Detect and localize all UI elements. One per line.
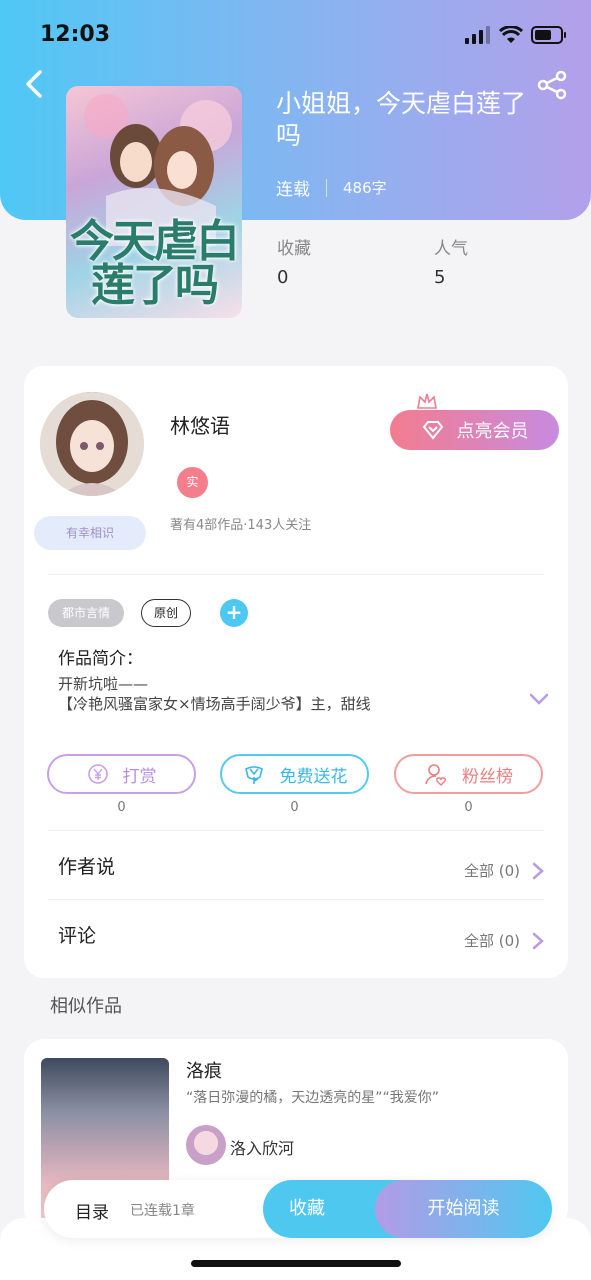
wifi-icon [499, 26, 523, 43]
intro-line: 开新坑啦—— [58, 675, 149, 693]
avatar-illustration [40, 392, 144, 496]
flower-count: 0 [290, 800, 299, 815]
add-tag-button[interactable]: + [220, 599, 248, 627]
serial-progress: 已连载1章 [130, 1203, 195, 1219]
bottom-action-bar: 目录 已连载1章 收藏 开始阅读 [44, 1180, 552, 1238]
divider [48, 899, 544, 900]
yen-icon [87, 764, 108, 784]
fan-ranking-label: 粉丝榜 [462, 766, 513, 787]
verified-badge: 实 [177, 467, 208, 498]
similar-author-name: 洛入欣河 [230, 1139, 295, 1158]
relation-badge: 有幸相识 [34, 516, 146, 550]
word-count: 486字 [343, 179, 387, 197]
crown-icon [417, 393, 437, 409]
intro-heading: 作品简介： [58, 649, 143, 669]
status-icons [465, 26, 567, 44]
author-stats: 著有4部作品·143人关注 [170, 518, 312, 533]
stat-favorites: 收藏 0 [277, 234, 311, 288]
author-avatar[interactable] [40, 392, 144, 496]
relation-badge-label: 有幸相识 [65, 526, 114, 540]
similar-book-desc: “落日弥漫的橘，天边透亮的星”“我爱你” [186, 1090, 440, 1106]
tip-button[interactable]: 打赏 [47, 754, 196, 794]
similar-author-avatar [186, 1125, 226, 1165]
status-bar: 12:03 [0, 22, 591, 52]
meta-divider [326, 178, 327, 197]
similar-heading: 相似作品 [50, 996, 122, 1017]
divider [48, 830, 544, 831]
chevron-right-icon [532, 862, 544, 879]
book-title: 小姐姐，今天虐白莲了吗 [276, 89, 527, 150]
stat-popularity: 人气 5 [434, 234, 468, 288]
intro-line: 【冷艳风骚富家女×情场高手阔少爷】主，甜线 [58, 695, 371, 713]
battery-icon [531, 26, 566, 44]
start-reading-button[interactable]: 开始阅读 [375, 1180, 552, 1238]
fan-count: 0 [464, 800, 473, 815]
tip-label: 打赏 [122, 766, 157, 787]
intro-text: 开新坑啦—— 【冷艳风骚富家女×情场高手阔少爷】主，甜线 [58, 674, 518, 714]
tip-count: 0 [117, 800, 126, 815]
vip-button-label: 点亮会员 [456, 421, 529, 442]
author-says-label: 作者说 [58, 856, 116, 878]
tag-original[interactable]: 原创 [141, 599, 191, 627]
vip-button[interactable]: 点亮会员 [390, 410, 559, 450]
back-icon[interactable] [22, 68, 50, 100]
chevron-right-icon [532, 932, 544, 949]
diamond-icon [422, 421, 443, 440]
book-cover[interactable]: 今天虐白莲了吗 [66, 86, 242, 318]
stat-value: 5 [434, 267, 446, 288]
fan-ranking-icon [425, 764, 446, 786]
home-indicator [191, 1260, 401, 1267]
cover-title-art: 今天虐白莲了吗 [70, 216, 240, 311]
serial-status: 连载 [276, 180, 310, 200]
status-time: 12:03 [40, 22, 111, 47]
signal-icon [465, 26, 490, 44]
comments-all[interactable]: 全部 (0) [464, 930, 544, 951]
similar-book-title: 洛痕 [186, 1061, 222, 1082]
comments-count: 全部 (0) [463, 932, 520, 950]
send-flower-button[interactable]: 免费送花 [220, 754, 369, 794]
send-flower-label: 免费送花 [279, 766, 348, 787]
author-card: 有幸相识 林悠语 实 著有4部作品·143人关注 点亮会员 都市言情 原创 + … [24, 366, 568, 978]
author-name: 林悠语 [170, 414, 230, 438]
author-says-all[interactable]: 全部 (0) [464, 860, 544, 881]
stat-label: 收藏 [277, 239, 311, 259]
divider [48, 574, 544, 575]
stat-label: 人气 [434, 239, 468, 259]
flower-icon [244, 766, 263, 784]
chevron-down-icon[interactable] [528, 692, 550, 706]
share-icon[interactable] [536, 70, 568, 100]
tag-genre[interactable]: 都市言情 [48, 599, 124, 627]
stat-value: 0 [277, 267, 289, 288]
comments-label: 评论 [58, 925, 97, 947]
author-says-count: 全部 (0) [463, 862, 520, 880]
fan-ranking-button[interactable]: 粉丝榜 [394, 754, 543, 794]
toc-button[interactable]: 目录 [75, 1198, 109, 1223]
book-meta: 连载 486字 [276, 175, 387, 200]
